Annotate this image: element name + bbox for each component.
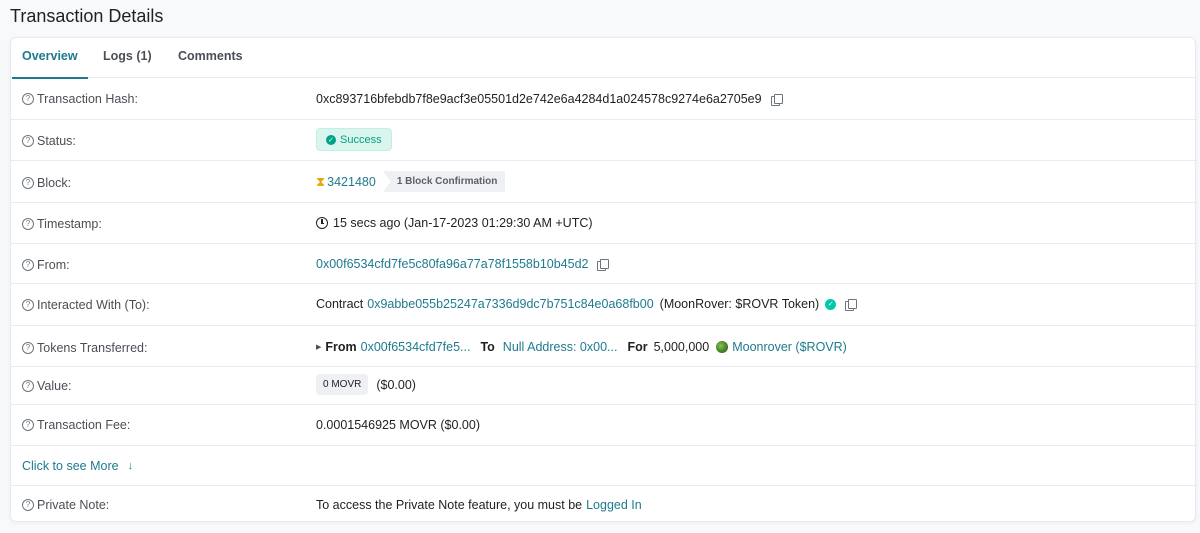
status-value: Success <box>340 133 382 146</box>
question-circle-icon[interactable]: ? <box>22 93 34 105</box>
transaction-hash-label: Transaction Hash: <box>37 92 138 106</box>
token-from-label: From <box>325 340 357 354</box>
value-usd: ($0.00) <box>376 377 416 392</box>
question-circle-icon[interactable]: ? <box>22 499 34 511</box>
verified-icon: ✓ <box>825 298 837 310</box>
tab-comments[interactable]: Comments <box>178 38 243 78</box>
question-circle-icon[interactable]: ? <box>22 177 34 189</box>
transaction-fee-value: 0.0001546925 MOVR ($0.00) <box>316 418 480 432</box>
logged-in-link[interactable]: Logged In <box>586 498 642 512</box>
from-label: From: <box>37 258 70 272</box>
token-to-label: To <box>480 340 495 354</box>
question-circle-icon[interactable]: ? <box>22 135 34 147</box>
caret-right-icon[interactable]: ▶ <box>316 343 321 351</box>
transaction-hash-value: 0xc893716bfebdb7f8e9acf3e05501d2e742e6a4… <box>316 92 762 106</box>
row-value: ? Value: 0 MOVR ($0.00) <box>11 367 1197 405</box>
status-badge: ✓ Success <box>316 128 392 151</box>
row-block: ? Block: ⧗ 3421480 1 Block Confirmation <box>11 161 1197 203</box>
timestamp-label: Timestamp: <box>37 217 102 231</box>
token-for-label: For <box>627 340 648 354</box>
tokens-transferred-label: Tokens Transferred: <box>37 341 148 355</box>
token-amount: 5,000,000 <box>653 340 710 354</box>
tab-overview[interactable]: Overview <box>12 38 88 79</box>
row-from: ? From: 0x00f6534cfd7fe5c80fa96a77a78f15… <box>11 244 1197 284</box>
private-note-text: To access the Private Note feature, you … <box>316 498 583 512</box>
question-circle-icon[interactable]: ? <box>22 342 34 354</box>
timestamp-value: 15 secs ago (Jan-17-2023 01:29:30 AM +UT… <box>333 216 593 230</box>
interacted-with-label: Interacted With (To): <box>37 298 150 312</box>
token-to-link[interactable]: Null Address: 0x00... <box>503 340 618 354</box>
contract-name: (MoonRover: $ROVR Token) <box>659 297 820 311</box>
transaction-fee-label: Transaction Fee: <box>37 418 131 432</box>
contract-address-link[interactable]: 0x9abbe055b25247a7336d9dc7b751c84e0a68fb… <box>367 297 653 311</box>
hourglass-icon: ⧗ <box>316 173 326 189</box>
transaction-details-card: Overview Logs (1) Comments ? Transaction… <box>10 37 1197 522</box>
value-badge: 0 MOVR <box>316 374 369 395</box>
question-circle-icon[interactable]: ? <box>22 380 34 392</box>
see-more-label: Click to see More <box>22 459 119 473</box>
token-name-link[interactable]: Moonrover ($ROVR) <box>732 340 847 354</box>
question-circle-icon[interactable]: ? <box>22 299 34 311</box>
question-circle-icon[interactable]: ? <box>22 218 34 230</box>
token-logo-icon <box>716 341 729 353</box>
block-confirmation-badge: 1 Block Confirmation <box>382 171 506 192</box>
row-private-note: ? Private Note: To access the Private No… <box>11 486 1197 522</box>
contract-prefix: Contract <box>316 297 364 311</box>
question-circle-icon[interactable]: ? <box>22 419 34 431</box>
row-transaction-hash: ? Transaction Hash: 0xc893716bfebdb7f8e9… <box>11 79 1197 120</box>
row-transaction-fee: ? Transaction Fee: 0.0001546925 MOVR ($0… <box>11 405 1197 446</box>
check-circle-icon: ✓ <box>326 134 336 145</box>
token-from-link[interactable]: 0x00f6534cfd7fe5... <box>361 340 471 354</box>
see-more-link[interactable]: Click to see More ↓ <box>22 459 133 473</box>
copy-icon[interactable] <box>597 258 610 271</box>
tab-logs[interactable]: Logs (1) <box>103 38 152 78</box>
page-title: Transaction Details <box>10 6 164 26</box>
copy-icon[interactable] <box>845 298 858 311</box>
from-address-link[interactable]: 0x00f6534cfd7fe5c80fa96a77a78f1558b10b45… <box>316 257 588 271</box>
row-interacted-with: ? Interacted With (To): Contract 0x9abbe… <box>11 284 1197 326</box>
row-see-more: Click to see More ↓ <box>11 446 1197 486</box>
copy-icon[interactable] <box>770 93 783 106</box>
value-label: Value: <box>37 379 72 393</box>
question-circle-icon[interactable]: ? <box>22 259 34 271</box>
block-label: Block: <box>37 176 72 190</box>
arrow-down-icon: ↓ <box>127 460 134 472</box>
row-tokens-transferred: ? Tokens Transferred: ▶ From 0x00f6534cf… <box>11 326 1197 367</box>
tab-bar: Overview Logs (1) Comments <box>11 38 1195 79</box>
private-note-label: Private Note: <box>37 498 110 512</box>
row-timestamp: ? Timestamp: 15 secs ago (Jan-17-2023 01… <box>11 203 1197 244</box>
row-status: ? Status: ✓ Success <box>11 120 1197 161</box>
clock-icon <box>316 217 328 229</box>
status-label: Status: <box>37 134 76 148</box>
block-number-link[interactable]: 3421480 <box>327 175 376 189</box>
